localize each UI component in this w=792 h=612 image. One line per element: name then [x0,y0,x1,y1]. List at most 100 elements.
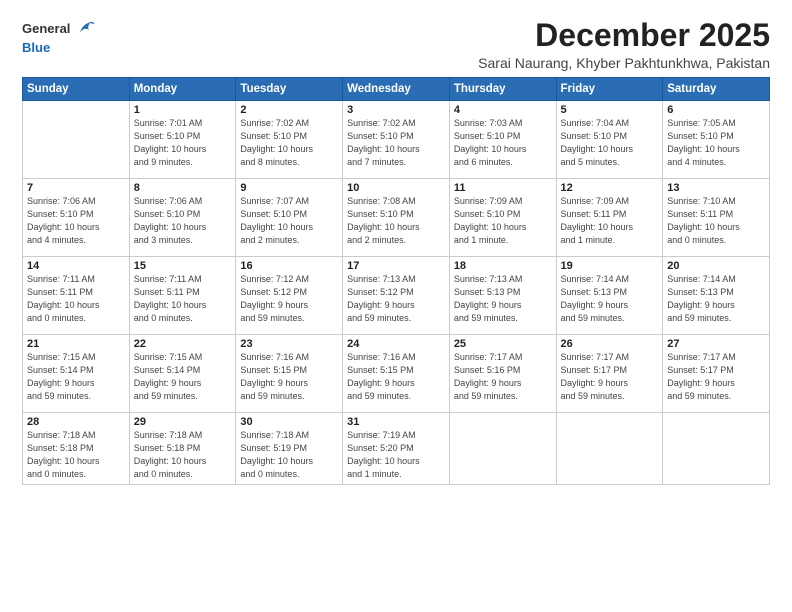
day-info: Sunrise: 7:10 AM Sunset: 5:11 PM Dayligh… [667,195,765,247]
day-number: 5 [561,104,659,116]
day-info: Sunrise: 7:19 AM Sunset: 5:20 PM Dayligh… [347,429,445,481]
calendar-cell: 26Sunrise: 7:17 AM Sunset: 5:17 PM Dayli… [556,335,663,413]
calendar-cell: 20Sunrise: 7:14 AM Sunset: 5:13 PM Dayli… [663,257,770,335]
day-number: 18 [454,260,552,272]
calendar-cell: 14Sunrise: 7:11 AM Sunset: 5:11 PM Dayli… [23,257,130,335]
calendar-cell: 11Sunrise: 7:09 AM Sunset: 5:10 PM Dayli… [449,179,556,257]
calendar-cell: 22Sunrise: 7:15 AM Sunset: 5:14 PM Dayli… [129,335,236,413]
day-info: Sunrise: 7:16 AM Sunset: 5:15 PM Dayligh… [347,351,445,403]
calendar-cell: 23Sunrise: 7:16 AM Sunset: 5:15 PM Dayli… [236,335,343,413]
day-info: Sunrise: 7:02 AM Sunset: 5:10 PM Dayligh… [240,117,338,169]
calendar-table: SundayMondayTuesdayWednesdayThursdayFrid… [22,77,770,485]
day-number: 26 [561,338,659,350]
calendar-cell: 9Sunrise: 7:07 AM Sunset: 5:10 PM Daylig… [236,179,343,257]
day-number: 3 [347,104,445,116]
day-number: 30 [240,416,338,428]
calendar-cell [449,413,556,485]
header: General Blue December 2025 Sarai Naurang… [22,18,770,71]
col-header-sunday: Sunday [23,78,130,101]
day-info: Sunrise: 7:02 AM Sunset: 5:10 PM Dayligh… [347,117,445,169]
day-number: 16 [240,260,338,272]
calendar-week-row: 28Sunrise: 7:18 AM Sunset: 5:18 PM Dayli… [23,413,770,485]
calendar-cell: 19Sunrise: 7:14 AM Sunset: 5:13 PM Dayli… [556,257,663,335]
day-number: 24 [347,338,445,350]
day-number: 21 [27,338,125,350]
logo-blue: Blue [22,40,50,56]
day-number: 13 [667,182,765,194]
calendar-cell: 17Sunrise: 7:13 AM Sunset: 5:12 PM Dayli… [343,257,450,335]
calendar-cell: 3Sunrise: 7:02 AM Sunset: 5:10 PM Daylig… [343,101,450,179]
calendar-cell [23,101,130,179]
day-info: Sunrise: 7:15 AM Sunset: 5:14 PM Dayligh… [27,351,125,403]
calendar-cell: 6Sunrise: 7:05 AM Sunset: 5:10 PM Daylig… [663,101,770,179]
day-info: Sunrise: 7:08 AM Sunset: 5:10 PM Dayligh… [347,195,445,247]
day-info: Sunrise: 7:18 AM Sunset: 5:19 PM Dayligh… [240,429,338,481]
day-info: Sunrise: 7:17 AM Sunset: 5:16 PM Dayligh… [454,351,552,403]
day-info: Sunrise: 7:04 AM Sunset: 5:10 PM Dayligh… [561,117,659,169]
calendar-cell: 29Sunrise: 7:18 AM Sunset: 5:18 PM Dayli… [129,413,236,485]
day-number: 1 [134,104,232,116]
calendar-cell: 25Sunrise: 7:17 AM Sunset: 5:16 PM Dayli… [449,335,556,413]
col-header-tuesday: Tuesday [236,78,343,101]
col-header-wednesday: Wednesday [343,78,450,101]
day-info: Sunrise: 7:13 AM Sunset: 5:12 PM Dayligh… [347,273,445,325]
subtitle: Sarai Naurang, Khyber Pakhtunkhwa, Pakis… [478,55,770,71]
day-info: Sunrise: 7:07 AM Sunset: 5:10 PM Dayligh… [240,195,338,247]
day-info: Sunrise: 7:11 AM Sunset: 5:11 PM Dayligh… [134,273,232,325]
calendar-cell: 7Sunrise: 7:06 AM Sunset: 5:10 PM Daylig… [23,179,130,257]
day-number: 12 [561,182,659,194]
calendar-cell: 5Sunrise: 7:04 AM Sunset: 5:10 PM Daylig… [556,101,663,179]
col-header-saturday: Saturday [663,78,770,101]
calendar-cell: 16Sunrise: 7:12 AM Sunset: 5:12 PM Dayli… [236,257,343,335]
day-info: Sunrise: 7:17 AM Sunset: 5:17 PM Dayligh… [561,351,659,403]
col-header-thursday: Thursday [449,78,556,101]
day-info: Sunrise: 7:09 AM Sunset: 5:11 PM Dayligh… [561,195,659,247]
day-info: Sunrise: 7:05 AM Sunset: 5:10 PM Dayligh… [667,117,765,169]
calendar-cell: 21Sunrise: 7:15 AM Sunset: 5:14 PM Dayli… [23,335,130,413]
day-number: 28 [27,416,125,428]
day-number: 8 [134,182,232,194]
calendar-cell: 31Sunrise: 7:19 AM Sunset: 5:20 PM Dayli… [343,413,450,485]
day-info: Sunrise: 7:14 AM Sunset: 5:13 PM Dayligh… [561,273,659,325]
day-number: 20 [667,260,765,272]
day-info: Sunrise: 7:06 AM Sunset: 5:10 PM Dayligh… [27,195,125,247]
calendar-cell: 27Sunrise: 7:17 AM Sunset: 5:17 PM Dayli… [663,335,770,413]
calendar-week-row: 14Sunrise: 7:11 AM Sunset: 5:11 PM Dayli… [23,257,770,335]
logo: General Blue [22,18,96,56]
calendar-cell: 13Sunrise: 7:10 AM Sunset: 5:11 PM Dayli… [663,179,770,257]
day-number: 2 [240,104,338,116]
calendar-week-row: 7Sunrise: 7:06 AM Sunset: 5:10 PM Daylig… [23,179,770,257]
col-header-monday: Monday [129,78,236,101]
calendar-cell: 12Sunrise: 7:09 AM Sunset: 5:11 PM Dayli… [556,179,663,257]
calendar-cell: 1Sunrise: 7:01 AM Sunset: 5:10 PM Daylig… [129,101,236,179]
day-number: 25 [454,338,552,350]
day-number: 22 [134,338,232,350]
logo-bird-icon [74,18,96,40]
day-info: Sunrise: 7:18 AM Sunset: 5:18 PM Dayligh… [27,429,125,481]
col-header-friday: Friday [556,78,663,101]
day-info: Sunrise: 7:16 AM Sunset: 5:15 PM Dayligh… [240,351,338,403]
calendar-cell: 18Sunrise: 7:13 AM Sunset: 5:13 PM Dayli… [449,257,556,335]
day-info: Sunrise: 7:18 AM Sunset: 5:18 PM Dayligh… [134,429,232,481]
page: General Blue December 2025 Sarai Naurang… [0,0,792,612]
day-number: 23 [240,338,338,350]
calendar-cell: 30Sunrise: 7:18 AM Sunset: 5:19 PM Dayli… [236,413,343,485]
day-number: 4 [454,104,552,116]
calendar-cell: 15Sunrise: 7:11 AM Sunset: 5:11 PM Dayli… [129,257,236,335]
day-info: Sunrise: 7:03 AM Sunset: 5:10 PM Dayligh… [454,117,552,169]
day-number: 27 [667,338,765,350]
calendar-cell: 4Sunrise: 7:03 AM Sunset: 5:10 PM Daylig… [449,101,556,179]
day-info: Sunrise: 7:09 AM Sunset: 5:10 PM Dayligh… [454,195,552,247]
day-number: 11 [454,182,552,194]
day-info: Sunrise: 7:13 AM Sunset: 5:13 PM Dayligh… [454,273,552,325]
calendar-cell: 28Sunrise: 7:18 AM Sunset: 5:18 PM Dayli… [23,413,130,485]
day-info: Sunrise: 7:11 AM Sunset: 5:11 PM Dayligh… [27,273,125,325]
calendar-cell: 8Sunrise: 7:06 AM Sunset: 5:10 PM Daylig… [129,179,236,257]
logo-general: General [22,21,70,37]
calendar-week-row: 1Sunrise: 7:01 AM Sunset: 5:10 PM Daylig… [23,101,770,179]
calendar-cell [663,413,770,485]
calendar-cell: 2Sunrise: 7:02 AM Sunset: 5:10 PM Daylig… [236,101,343,179]
day-info: Sunrise: 7:06 AM Sunset: 5:10 PM Dayligh… [134,195,232,247]
day-info: Sunrise: 7:17 AM Sunset: 5:17 PM Dayligh… [667,351,765,403]
day-number: 7 [27,182,125,194]
